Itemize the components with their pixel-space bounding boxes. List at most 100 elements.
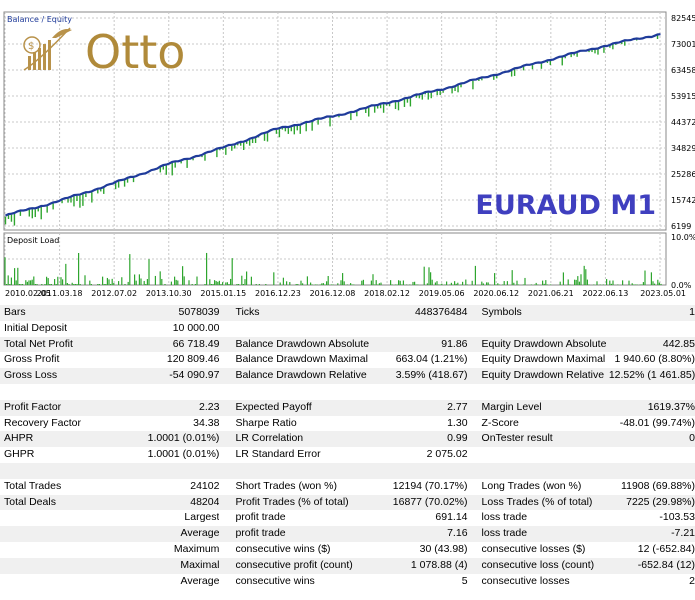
report-value <box>609 321 695 337</box>
y-tick-label: 73001 <box>671 40 695 49</box>
report-row: AHPR 1.0001 (0.01%) LR Correlation 0.99 OnTe… <box>0 431 695 448</box>
report-value: -652.84 (12) <box>637 558 695 571</box>
report-label: consecutive losses ($) <box>481 542 586 555</box>
report-label: Ticks <box>235 306 260 318</box>
report-label: consecutive loss (count) <box>481 558 595 571</box>
y-tick-label: 6199 <box>671 222 691 231</box>
report-value: 1 <box>689 306 695 318</box>
report-label: Gross Profit <box>4 353 60 366</box>
x-tick-label: 2011.03.18 <box>37 289 83 298</box>
report-row: Average consecutive wins 5 consecutive loss… <box>0 574 695 590</box>
report-value <box>609 384 695 400</box>
report-label <box>468 384 609 400</box>
x-tick-label: 2016.12.08 <box>310 289 356 298</box>
backtest-report-table: Bars 5078039 Ticks 448376484 Symbols 1 Initial… <box>0 305 695 589</box>
x-tick-label: 2020.06.12 <box>473 289 519 298</box>
report-label: Profit Factor <box>4 400 62 413</box>
report-label <box>0 558 122 574</box>
report-label: consecutive wins <box>235 574 315 587</box>
y-tick-label: 82545 <box>671 14 695 23</box>
report-value: 1619.37% <box>647 400 695 413</box>
report-label: Equity Drawdown Relative <box>481 369 605 382</box>
report-value: Maximal <box>180 558 220 571</box>
report-label <box>468 463 609 479</box>
deposit-load-frame <box>3 232 667 286</box>
report-label: Z-Score <box>481 416 519 429</box>
report-label: LR Standard Error <box>235 448 321 461</box>
report-label: Equity Drawdown Absolute <box>481 337 607 350</box>
deposit-load-tick-max: 10.0% <box>671 233 695 242</box>
report-label: GHPR <box>4 448 35 461</box>
report-value: 120 809.46 <box>166 353 220 366</box>
dollar-icon: $ <box>28 41 34 52</box>
report-label: loss trade <box>481 527 528 540</box>
report-row <box>0 462 695 479</box>
report-row: GHPR 1.0001 (0.01%) LR Standard Error 2 075… <box>0 447 695 463</box>
report-label <box>468 321 609 337</box>
deposit-load-title: Deposit Load <box>7 236 59 245</box>
x-tick-label: 2021.06.21 <box>528 289 574 298</box>
report-value: 7.16 <box>447 527 468 540</box>
x-tick-label: 2018.02.12 <box>364 289 410 298</box>
report-value: 24102 <box>190 479 220 492</box>
x-tick-label: 2022.06.13 <box>583 289 629 298</box>
report-label: Total Net Profit <box>4 337 73 350</box>
report-label: Recovery Factor <box>4 416 82 429</box>
report-label: Equity Drawdown Maximal <box>481 353 606 366</box>
report-value: 11908 (69.88%) <box>621 479 695 492</box>
report-value: -54 090.97 <box>169 369 220 382</box>
report-label: AHPR <box>4 432 34 445</box>
balance-equity-chart: 82545 73001 63458 53915 44372 34829 25286 15742… <box>0 0 695 300</box>
report-label <box>219 463 374 479</box>
x-axis-ticks: 2010.02.052011.03.18 2012.07.02 2013.10.30… <box>5 289 686 298</box>
report-label: consecutive profit (count) <box>235 558 353 571</box>
report-value: 7225 (29.98%) <box>626 495 695 508</box>
report-label <box>0 510 122 526</box>
report-value: 691.14 <box>435 511 468 524</box>
report-label: Sharpe Ratio <box>235 416 297 429</box>
report-value: 5078039 <box>178 306 220 318</box>
logo-text: Otto <box>85 25 185 79</box>
report-label <box>0 542 122 558</box>
report-value: 66 718.49 <box>172 337 220 350</box>
report-label: Profit Trades (% of total) <box>235 495 349 508</box>
x-tick-label: 2012.07.02 <box>91 289 137 298</box>
report-row: Profit Factor 2.23 Expected Payoff 2.77 Marg… <box>0 399 695 416</box>
report-label <box>0 574 122 590</box>
report-label <box>0 526 122 542</box>
report-value: 2.23 <box>199 400 220 413</box>
x-tick-label: 2019.05.06 <box>419 289 465 298</box>
report-label: loss trade <box>481 511 528 524</box>
report-value: Average <box>180 574 220 587</box>
report-value: 48204 <box>190 495 220 508</box>
report-value: 30 (43.98) <box>419 542 468 555</box>
report-value: 0 <box>689 432 695 445</box>
report-value: 91.86 <box>441 337 468 350</box>
report-row: Gross Loss -54 090.97 Balance Drawdown Rel… <box>0 368 695 384</box>
chart-canvas: 82545 73001 63458 53915 44372 34829 25286 15742… <box>3 11 695 298</box>
report-value <box>375 321 468 337</box>
report-row: Average profit trade 7.16 loss trade -7.21 <box>0 526 695 542</box>
report-value: 1.0001 (0.01%) <box>147 432 220 445</box>
report-label: Total Deals <box>4 495 56 508</box>
report-label: Balance Drawdown Maximal <box>235 353 368 366</box>
report-value: 1.30 <box>447 416 468 429</box>
report-label: consecutive losses <box>481 574 570 587</box>
report-label: Total Trades <box>4 479 62 492</box>
report-label: OnTester result <box>481 432 553 445</box>
report-label <box>0 384 122 400</box>
report-row: Largest profit trade 691.14 loss trade -103.… <box>0 510 695 526</box>
x-tick-label: 2016.12.23 <box>255 289 301 298</box>
report-value: 10 000.00 <box>172 321 220 334</box>
report-value: Largest <box>184 511 220 524</box>
report-value: 16877 (70.02%) <box>392 495 468 508</box>
report-value: 1 078.88 (4) <box>410 558 468 571</box>
x-tick-label: 2023.05.01 <box>640 289 686 298</box>
report-value: 12 (-652.84) <box>637 542 695 555</box>
report-value <box>122 463 220 479</box>
report-label <box>219 384 374 400</box>
y-tick-label: 15742 <box>671 196 695 205</box>
report-value: 34.38 <box>193 416 220 429</box>
report-label: Expected Payoff <box>235 400 312 413</box>
report-value <box>375 384 468 400</box>
